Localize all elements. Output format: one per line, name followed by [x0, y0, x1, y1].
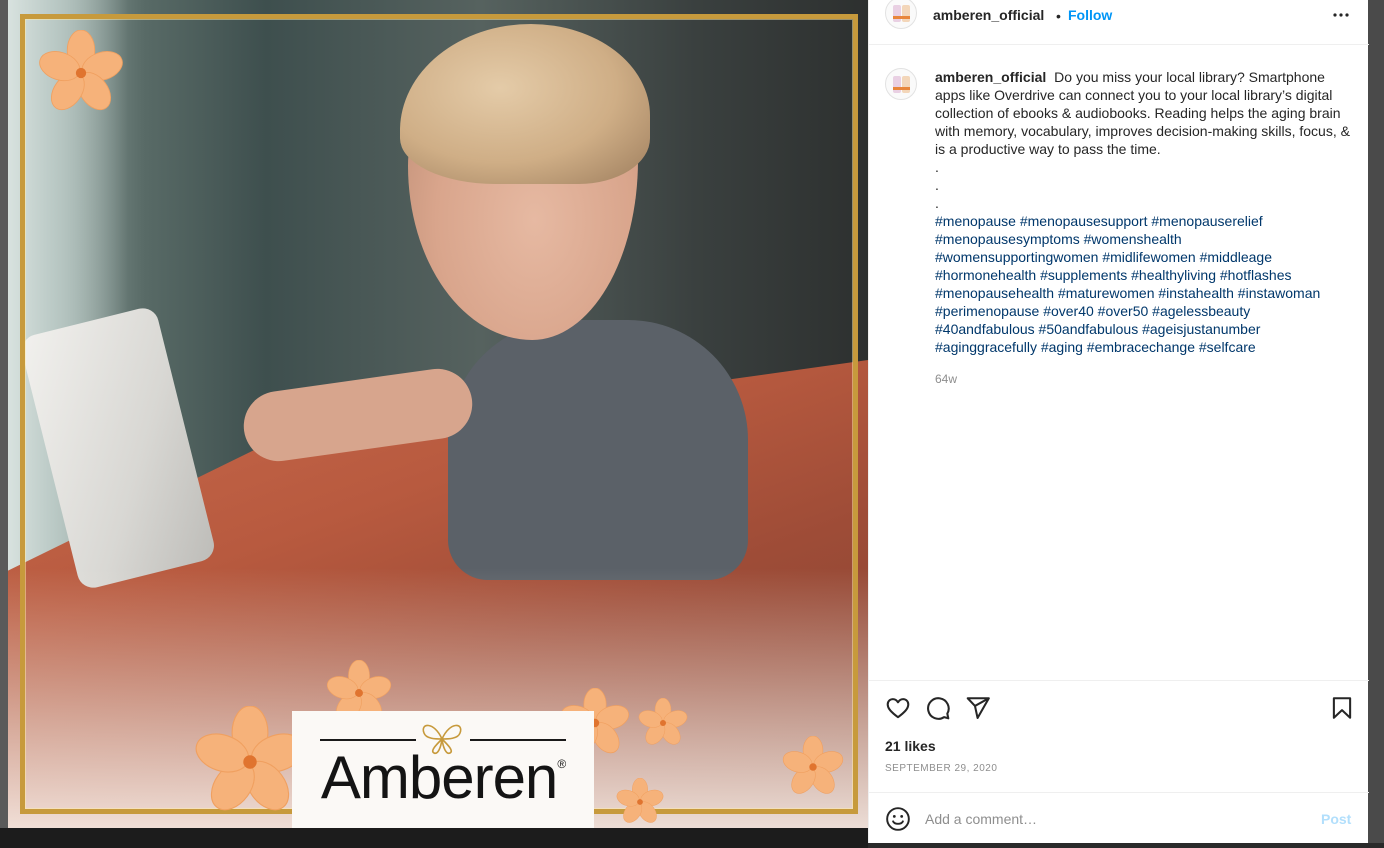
hashtag-link[interactable]: #40andfabulous — [935, 321, 1035, 337]
hashtag-link[interactable]: #midlifewomen — [1102, 249, 1195, 265]
hashtag-link[interactable]: #hormonehealth — [935, 267, 1036, 283]
separator-dot: • — [1056, 8, 1061, 24]
comment-icon[interactable] — [925, 695, 951, 721]
caption-dot: . — [935, 159, 939, 175]
follow-button[interactable]: Follow — [1068, 7, 1112, 23]
hashtag-line: #perimenopause #over40 #over50 #agelessb… — [935, 302, 1353, 320]
brand-name: Amberen® — [292, 743, 594, 812]
hashtag-line: #aginggracefully #aging #embracechange #… — [935, 338, 1353, 356]
action-bar: 21 likes SEPTEMBER 29, 2020 — [869, 680, 1369, 792]
backdrop-left — [0, 0, 8, 848]
brand-name-text: Amberen — [320, 744, 558, 811]
hashtag-link[interactable]: #perimenopause — [935, 303, 1039, 319]
backdrop-bottom-right — [868, 843, 1384, 848]
hashtag-link[interactable]: #maturewomen — [1058, 285, 1155, 301]
avatar-stripe — [893, 16, 910, 19]
caption: amberen_official Do you miss your local … — [935, 68, 1353, 356]
hashtag-link[interactable]: #selfcare — [1199, 339, 1256, 355]
post-panel: amberen_official • Follow amberen_offici… — [868, 0, 1369, 843]
avatar-product-2 — [902, 5, 910, 22]
hashtag-list: #menopause #menopausesupport #menopauser… — [935, 212, 1353, 356]
backdrop-bottom — [0, 828, 868, 848]
flower-icon — [616, 777, 664, 826]
flower-icon — [194, 705, 306, 818]
avatar-product-1 — [893, 76, 901, 93]
hashtag-link[interactable]: #instawoman — [1238, 285, 1321, 301]
comment-input[interactable] — [925, 809, 1285, 829]
hashtag-link[interactable]: #menopause — [935, 213, 1016, 229]
hashtag-link[interactable]: #healthyliving — [1131, 267, 1216, 283]
backdrop-right — [1368, 0, 1384, 848]
brand-logo: Amberen® — [292, 711, 594, 828]
share-icon[interactable] — [965, 695, 991, 721]
post-comment-button[interactable]: Post — [1321, 811, 1351, 827]
hashtag-link[interactable]: #over40 — [1043, 303, 1094, 319]
flower-icon — [782, 735, 844, 798]
time-ago[interactable]: 64w — [935, 372, 957, 386]
hashtag-link[interactable]: #menopausehealth — [935, 285, 1054, 301]
avatar[interactable] — [885, 0, 917, 29]
hashtag-link[interactable]: #menopauserelief — [1151, 213, 1262, 229]
caption-avatar[interactable] — [885, 68, 917, 100]
hashtag-line: #menopausesymptoms #womenshealth — [935, 230, 1353, 248]
caption-dot: . — [935, 177, 939, 193]
post-image[interactable]: Amberen® — [8, 0, 868, 828]
avatar-stripe — [893, 87, 910, 90]
flower-icon — [38, 29, 124, 116]
hashtag-link[interactable]: #menopausesymptoms — [935, 231, 1080, 247]
hashtag-link[interactable]: #agelessbeauty — [1152, 303, 1250, 319]
hashtag-link[interactable]: #50andfabulous — [1039, 321, 1139, 337]
post-date: SEPTEMBER 29, 2020 — [885, 763, 998, 774]
hashtag-link[interactable]: #middleage — [1200, 249, 1272, 265]
gold-frame — [20, 14, 858, 814]
registered-mark: ® — [557, 757, 566, 771]
hashtag-line: #menopause #menopausesupport #menopauser… — [935, 212, 1353, 230]
hashtag-link[interactable]: #aginggracefully — [935, 339, 1037, 355]
hashtag-link[interactable]: #instahealth — [1158, 285, 1234, 301]
hashtag-line: #womensupportingwomen #midlifewomen #mid… — [935, 248, 1353, 266]
hashtag-link[interactable]: #ageisjustanumber — [1142, 321, 1260, 337]
logo-rule-right — [470, 739, 566, 741]
hashtag-link[interactable]: #supplements — [1040, 267, 1127, 283]
avatar-product-1 — [893, 5, 901, 22]
caption-dot: . — [935, 195, 939, 211]
hashtag-link[interactable]: #aging — [1041, 339, 1083, 355]
post-header: amberen_official • Follow — [869, 0, 1369, 45]
hashtag-line: #40andfabulous #50andfabulous #ageisjust… — [935, 320, 1353, 338]
header-username[interactable]: amberen_official — [933, 7, 1044, 23]
hashtag-link[interactable]: #womensupportingwomen — [935, 249, 1098, 265]
likes-count[interactable]: 21 likes — [885, 738, 936, 754]
hashtag-link[interactable]: #menopausesupport — [1020, 213, 1148, 229]
hashtag-line: #hormonehealth #supplements #healthylivi… — [935, 266, 1353, 284]
logo-rule-left — [320, 739, 416, 741]
emoji-icon[interactable] — [885, 806, 911, 832]
hashtag-line: #menopausehealth #maturewomen #instaheal… — [935, 284, 1353, 302]
comment-bar: Post — [869, 792, 1369, 843]
caption-area: amberen_official Do you miss your local … — [869, 46, 1369, 680]
hashtag-link[interactable]: #embracechange — [1087, 339, 1195, 355]
hashtag-link[interactable]: #womenshealth — [1084, 231, 1182, 247]
flower-icon — [638, 697, 688, 748]
heart-icon[interactable] — [885, 695, 911, 721]
hashtag-link[interactable]: #hotflashes — [1220, 267, 1292, 283]
avatar-product-2 — [902, 76, 910, 93]
hashtag-link[interactable]: #over50 — [1098, 303, 1149, 319]
bookmark-icon[interactable] — [1329, 695, 1355, 721]
more-options-icon[interactable] — [1329, 3, 1353, 27]
caption-username[interactable]: amberen_official — [935, 69, 1046, 85]
